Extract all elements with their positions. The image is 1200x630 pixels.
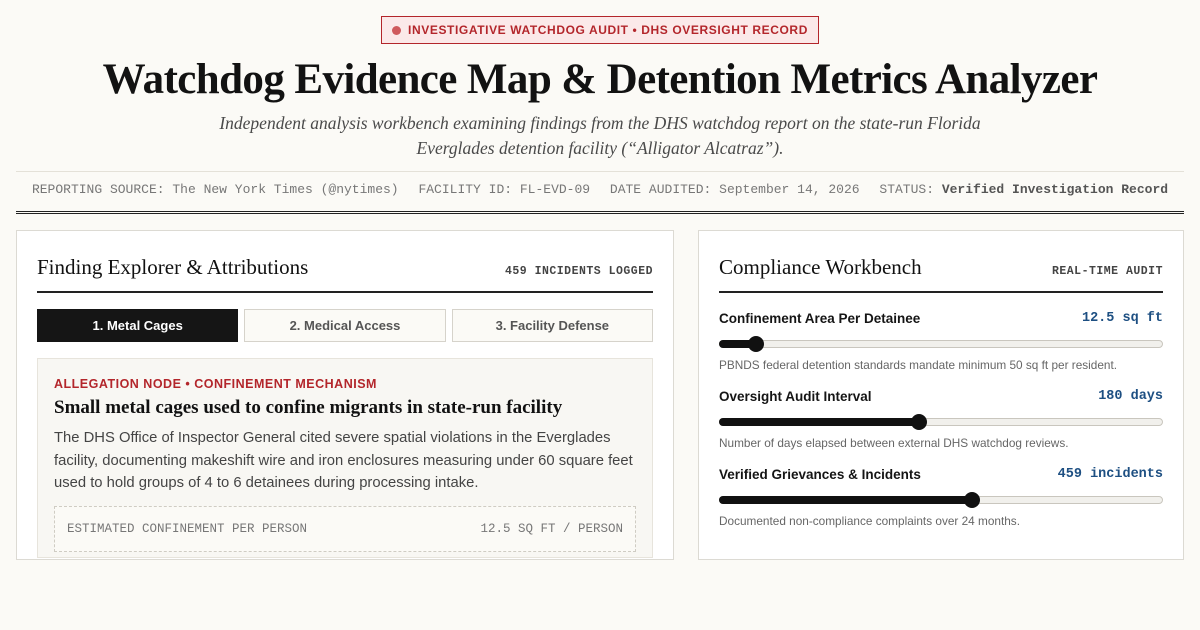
confinement-metric-label: ESTIMATED CONFINEMENT PER PERSON [67,521,308,536]
status-dot-icon [392,25,402,35]
finding-explorer-title: Finding Explorer & Attributions [37,255,309,279]
grievances-fill [719,496,973,504]
finding-explorer-header: Finding Explorer & Attributions 459 INCI… [37,255,653,293]
audit-interval-slider[interactable] [719,412,1163,430]
grievances-control: Verified Grievances & Incidents 459 inci… [719,467,1163,528]
header-divider [16,211,1184,215]
confinement-area-track[interactable] [719,340,1163,348]
compliance-workbench-panel: Compliance Workbench REAL-TIME AUDIT Con… [698,230,1184,560]
confinement-area-control: Confinement Area Per Detainee 12.5 sq ft… [719,311,1163,372]
facility-id: FACILITY ID: FL-EVD-09 [418,182,591,198]
confinement-area-thumb[interactable] [747,336,764,352]
confinement-area-slider[interactable] [719,334,1163,352]
confinement-area-value: 12.5 sq ft [1081,311,1163,326]
audit-badge-label: INVESTIGATIVE WATCHDOG AUDIT • DHS OVERS… [408,23,808,37]
grievances-slider[interactable] [719,490,1163,508]
grievances-help: Documented non-compliance complaints ove… [719,514,1020,528]
finding-explorer-panel: Finding Explorer & Attributions 459 INCI… [16,230,674,560]
audit-interval-thumb[interactable] [910,414,927,430]
confinement-metric-box: ESTIMATED CONFINEMENT PER PERSON 12.5 SQ… [54,505,636,552]
confinement-area-help: PBNDS federal detention standards mandat… [719,358,1118,372]
date-audited: DATE AUDITED: September 14, 2026 [609,182,860,198]
allegation-card: ALLEGATION NODE • CONFINEMENT MECHANISM … [37,358,653,558]
grievances-thumb[interactable] [964,492,981,508]
finding-tabs: 1. Metal Cages 2. Medical Access 3. Faci… [37,309,653,342]
tab-medical-access[interactable]: 2. Medical Access [244,309,446,342]
grievances-label: Verified Grievances & Incidents [719,467,921,482]
grievances-value: 459 incidents [1057,467,1163,482]
audit-interval-fill [719,418,919,426]
incidents-count-tag: 459 INCIDENTS LOGGED [504,265,653,278]
page-header: INVESTIGATIVE WATCHDOG AUDIT • DHS OVERS… [0,0,1200,161]
allegation-title: Small metal cages used to confine migran… [54,397,563,418]
metadata-bar: REPORTING SOURCE: The New York Times (@n… [16,171,1184,211]
compliance-workbench-title: Compliance Workbench [719,255,922,279]
allegation-label: ALLEGATION NODE • CONFINEMENT MECHANISM [54,377,377,391]
compliance-workbench-header: Compliance Workbench REAL-TIME AUDIT [719,255,1163,293]
audit-interval-help: Number of days elapsed between external … [719,436,1069,450]
record-status: STATUS: Verified Investigation Record [879,182,1169,198]
confinement-area-label: Confinement Area Per Detainee [719,311,921,326]
reporting-source: REPORTING SOURCE: The New York Times (@n… [31,182,399,198]
tab-metal-cages[interactable]: 1. Metal Cages [37,309,239,342]
confinement-metric-value: 12.5 SQ FT / PERSON [480,521,623,536]
audit-badge: INVESTIGATIVE WATCHDOG AUDIT • DHS OVERS… [381,16,819,44]
audit-interval-label: Oversight Audit Interval [719,389,872,404]
page-subtitle: Independent analysis workbench examining… [219,113,981,159]
audit-interval-control: Oversight Audit Interval 180 days Number… [719,389,1163,450]
real-time-audit-tag: REAL-TIME AUDIT [1051,265,1163,278]
page-title: Watchdog Evidence Map & Detention Metric… [102,56,1098,103]
tab-facility-defense[interactable]: 3. Facility Defense [451,309,653,342]
audit-interval-value: 180 days [1098,389,1163,404]
allegation-body: The DHS Office of Inspector General cite… [54,430,633,491]
